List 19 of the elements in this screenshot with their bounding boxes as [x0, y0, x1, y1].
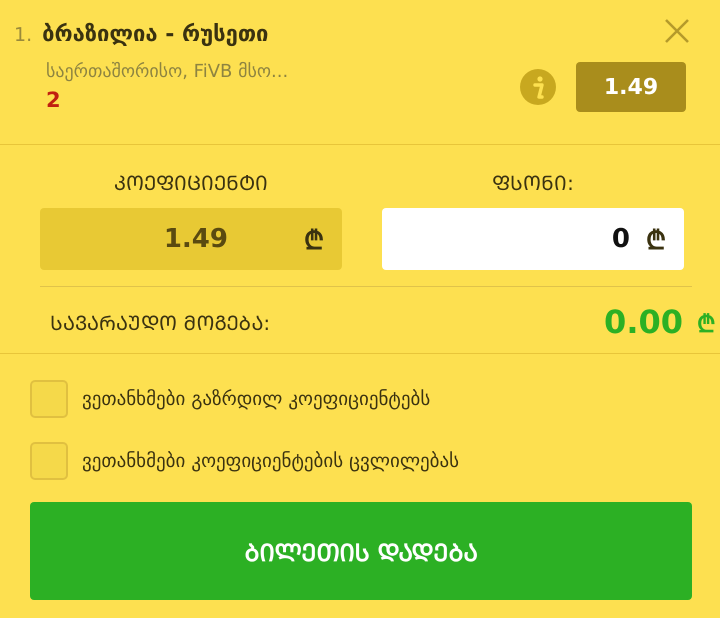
- checkbox-label: ვეთანხმები კოეფიციენტების ცვლილებას: [82, 450, 460, 472]
- checkbox[interactable]: [30, 442, 68, 480]
- match-title: ბრაზილია - რუსეთი: [42, 22, 268, 47]
- currency-sign: ₾: [697, 308, 716, 338]
- item-number: 1.: [14, 24, 32, 46]
- column-label: ᲤᲡᲝᲜᲘ:: [491, 170, 575, 196]
- winnings-value: 0.00: [604, 303, 683, 341]
- stake-input[interactable]: 0 ₾: [382, 208, 684, 270]
- checkbox[interactable]: [30, 380, 68, 418]
- odds-value: 1.49: [164, 224, 228, 254]
- column-label: ᲙᲝᲔᲤᲘᲪᲘᲔᲜᲢᲘ: [113, 170, 269, 196]
- winnings-label: ᲡᲐᲕᲐᲠᲐᲣᲓᲝ ᲛᲝᲒᲔᲑᲐ:: [50, 310, 270, 336]
- odds-badge: 1.49: [576, 62, 686, 112]
- bet-pick: 2: [46, 88, 62, 112]
- checkbox-label: ვეთანხმები გაზრდილ კოეფიციენტებს: [82, 388, 430, 410]
- info-icon[interactable]: [520, 69, 556, 105]
- league-name: საერთაშორისო, FiVB მსო...: [46, 61, 288, 82]
- currency-sign: ₾: [304, 225, 324, 257]
- close-icon: [664, 18, 690, 44]
